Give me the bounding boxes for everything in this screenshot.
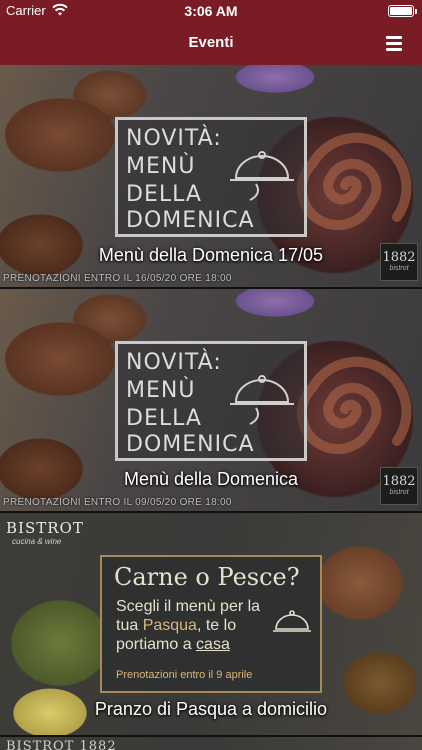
poster-headline-line: DOMENICA [126, 208, 255, 233]
event-title: Menù della Domenica [123, 469, 299, 489]
event-title: Menù della Domenica 17/05 [98, 245, 324, 265]
page-title: Eventi [188, 34, 234, 51]
hamburger-menu-icon[interactable] [386, 36, 402, 51]
event-card[interactable]: BISTROT 1882 [0, 737, 422, 750]
poster-brand: BISTROT [6, 519, 84, 537]
poster-body: Scegli il menù per la tua Pasqua, te lo … [116, 597, 266, 654]
poster-brand-sub: cucina & wine [12, 537, 62, 546]
bistrot-logo: 1882 bistrot [380, 243, 418, 281]
event-card[interactable]: NOVITÀ: MENÙ DELLA DOMENICA Menù della D… [0, 289, 422, 513]
poster-chalkboard: Carne o Pesce? Scegli il menù per la tua… [100, 555, 322, 693]
poster-body-highlight: Pasqua [142, 617, 197, 634]
poster-brand: BISTROT 1882 [6, 739, 117, 750]
cloche-icon [230, 151, 294, 201]
clock: 3:06 AM [184, 3, 238, 19]
event-card[interactable]: BISTROT cucina & wine Carne o Pesce? Sce… [0, 513, 422, 737]
poster-note: Prenotazioni entro il 9 aprile [116, 669, 253, 681]
logo-label: bistrot [389, 489, 409, 496]
poster-headline-line: DELLA [126, 406, 202, 431]
poster-headline-line: NOVITÀ: [126, 350, 222, 375]
cloche-icon [230, 375, 294, 425]
poster-headline-line: NOVITÀ: [126, 126, 222, 151]
poster-headline: Carne o Pesce? [114, 563, 300, 591]
poster-headline-line: DELLA [126, 182, 202, 207]
event-title: Pranzo di Pasqua a domicilio [94, 699, 328, 719]
poster-headline-line: MENÙ [126, 378, 196, 403]
status-bar: Carrier 3:06 AM [0, 0, 422, 22]
booking-deadline: PRENOTAZIONI ENTRO IL 09/05/20 ORE 18:00 [3, 497, 232, 508]
logo-number: 1882 [382, 474, 416, 489]
battery-icon [388, 5, 417, 17]
bistrot-logo: 1882 bistrot [380, 467, 418, 505]
poster-headline-box: NOVITÀ: MENÙ DELLA DOMENICA [115, 117, 307, 237]
logo-label: bistrot [389, 265, 409, 272]
poster-body-underlined: casa [196, 636, 230, 653]
logo-number: 1882 [382, 250, 416, 265]
poster-headline-line: DOMENICA [126, 432, 255, 457]
poster-headline-line: MENÙ [126, 154, 196, 179]
event-card[interactable]: NOVITÀ: MENÙ DELLA DOMENICA Menù della D… [0, 65, 422, 289]
poster-headline-box: NOVITÀ: MENÙ DELLA DOMENICA [115, 341, 307, 461]
navigation-bar: Eventi [0, 22, 422, 65]
events-list[interactable]: NOVITÀ: MENÙ DELLA DOMENICA Menù della D… [0, 65, 422, 750]
cloche-icon [273, 610, 311, 632]
booking-deadline: PRENOTAZIONI ENTRO IL 16/05/20 ORE 18:00 [3, 273, 232, 284]
